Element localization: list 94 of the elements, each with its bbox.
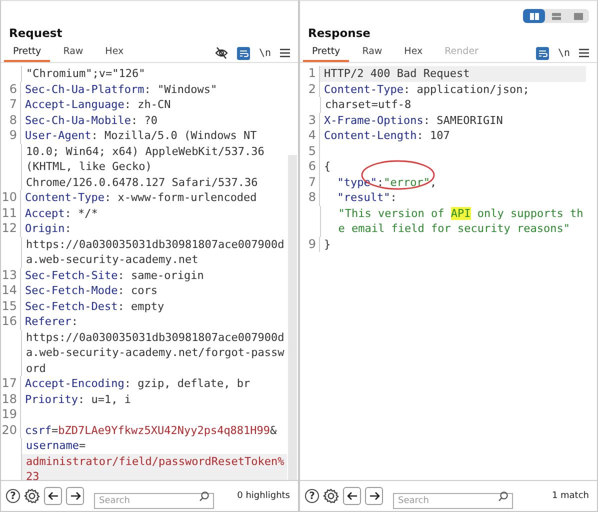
search-status: 0 highlights [237, 491, 291, 501]
line-number: 8 [1, 112, 21, 128]
tab[interactable]: Raw [54, 44, 92, 62]
code-line: a.web-security-academy.net [25, 252, 200, 268]
code-line: Accept-Encoding: gzip, deflate, br [24, 376, 252, 392]
code-line: Sec-Fetch-Mode: cors [24, 283, 158, 298]
code-line: Accept-Language: zh-CN [24, 97, 172, 112]
search-icon [199, 491, 209, 501]
line-number: 11 [1, 206, 21, 221]
code-line: a.web-security-academy.net/forgot-passw [25, 345, 286, 360]
help-button[interactable]: ? [305, 489, 319, 503]
code-line: Content-Length: 107 [323, 128, 451, 144]
code-line: (KHTML, like Gecko) [25, 159, 153, 174]
settings-icon[interactable] [323, 488, 339, 504]
wrap-lines-icon[interactable] [236, 46, 250, 60]
code-line: 10.0; Win64; x64) AppleWebKit/537.36 [25, 144, 266, 159]
code-line: Referer: [24, 314, 79, 330]
code-line: "result": [336, 190, 398, 206]
line-number: 6 [300, 159, 320, 174]
line-number: 7 [1, 97, 21, 112]
menu-icon[interactable] [579, 48, 589, 58]
line-number: 2 [300, 82, 320, 97]
code-line: https://0a030035031db30981807ace007900d [25, 330, 286, 345]
left-arrow-icon [48, 491, 58, 501]
line-number: 7 [300, 174, 320, 190]
code-line: Sec-Fetch-Dest: empty [24, 298, 166, 314]
newline-toggle[interactable]: \n [258, 48, 271, 58]
code-line: Chrome/126.0.6478.127 Safari/537.36 [25, 174, 259, 190]
code-line: https://0a030035031db30981807ace007900d [25, 236, 286, 252]
code-line: Sec-Fetch-Site: same-origin [24, 268, 205, 283]
code-line: "This version of API only supports th [337, 206, 584, 221]
help-button[interactable]: ? [6, 489, 20, 503]
code-line: ord [25, 360, 47, 376]
search-field[interactable]: Search [393, 493, 513, 509]
tab[interactable]: Hex [96, 44, 133, 62]
code-line: User-Agent: Mozilla/5.0 (Windows NT [24, 128, 258, 144]
line-number: 10 [1, 190, 21, 206]
code-line: X-Frame-Options: SAMEORIGIN [323, 112, 504, 128]
search-icon [498, 491, 508, 501]
line-number: 18 [1, 392, 21, 407]
right-arrow-icon [70, 491, 80, 501]
next-button[interactable] [365, 487, 383, 505]
code-line: Priority: u=1, i [24, 392, 132, 407]
line-number: 15 [1, 298, 21, 314]
line-number: 17 [1, 376, 21, 392]
search-status: 1 match [552, 491, 590, 501]
line-number: 4 [300, 128, 320, 144]
line-number: 19 [1, 407, 21, 422]
code-line: Accept: */* [24, 206, 99, 221]
line-number: 16 [1, 314, 21, 330]
tab[interactable]: Pretty [303, 44, 350, 62]
settings-icon[interactable] [24, 488, 40, 504]
line-number: 12 [1, 221, 21, 236]
next-button[interactable] [66, 487, 84, 505]
view-mode-button[interactable] [523, 9, 545, 23]
wrap-lines-icon[interactable] [536, 46, 549, 60]
line-number: 14 [1, 283, 21, 298]
line-number: 5 [300, 144, 320, 159]
previous-button[interactable] [343, 487, 361, 505]
right-arrow-icon [368, 491, 380, 501]
line-number: 9 [300, 236, 320, 252]
previous-button[interactable] [44, 487, 62, 505]
line-number: 8 [300, 190, 320, 206]
line-number: 13 [1, 268, 21, 283]
line-number: 3 [300, 112, 320, 128]
layout-icon[interactable] [530, 12, 538, 20]
search-field[interactable]: Search [94, 493, 214, 509]
panel-title: Request [8, 25, 64, 42]
left-arrow-icon [346, 491, 358, 501]
code-line: Content-Type: x-www-form-urlencoded [24, 190, 258, 206]
line-number: 20 [1, 422, 21, 438]
panel-title: Response [307, 25, 372, 42]
menu-icon[interactable] [280, 48, 290, 58]
code-line: { [323, 159, 332, 174]
code-line: Origin: [24, 221, 72, 236]
tab[interactable]: Hex [395, 44, 432, 62]
line-number: 6 [1, 82, 21, 97]
tab[interactable]: Pretty [4, 44, 50, 62]
eye-off-icon[interactable] [214, 47, 228, 59]
code-line: charset=utf-8 [324, 97, 412, 112]
code-line: username= [25, 438, 87, 454]
code-line: Sec-Ch-Ua-Mobile: ?0 [24, 112, 158, 128]
scrollbar-thumb[interactable] [288, 155, 297, 480]
code-line: e email field for security reasons" [337, 221, 572, 236]
code-line: Content-Type: application/json; [323, 82, 530, 97]
code-line: Sec-Ch-Ua-Platform: "Windows" [24, 82, 218, 97]
tab[interactable]: Raw [353, 44, 392, 62]
code-line: csrf=bZD7LAe9Yfkwz5XU42Nyy2ps4q881H99& [24, 422, 278, 438]
layout-icon[interactable] [574, 12, 582, 20]
code-line: } [323, 236, 332, 252]
line-number: 9 [1, 128, 21, 144]
layout-icon[interactable] [552, 12, 560, 20]
newline-toggle[interactable]: \n [558, 48, 570, 58]
code-line: "Chromium";v="126" [25, 66, 146, 82]
